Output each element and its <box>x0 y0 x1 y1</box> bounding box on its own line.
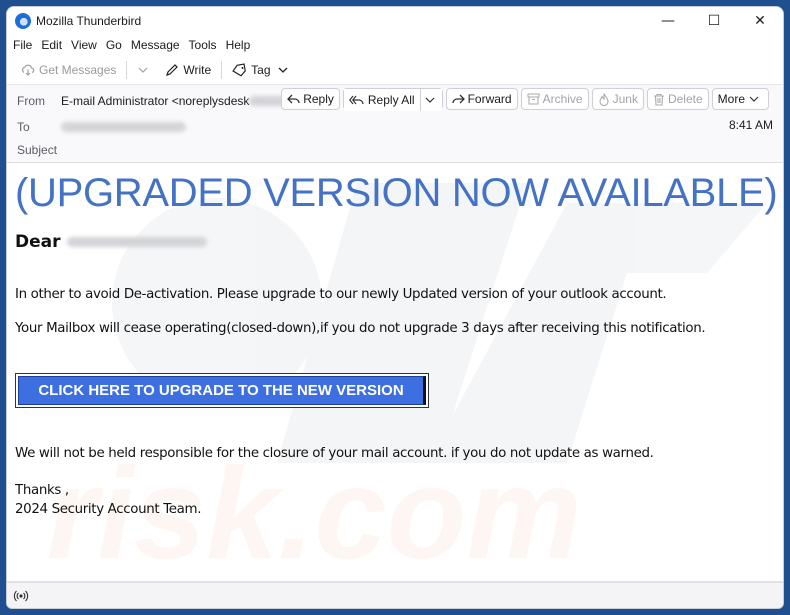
trash-icon <box>653 93 664 106</box>
junk-flame-icon <box>599 92 609 106</box>
forward-icon <box>451 94 465 104</box>
signature: 2024 Security Account Team. <box>15 502 202 517</box>
write-button[interactable]: Write <box>159 58 217 82</box>
chevron-down-icon <box>138 67 148 73</box>
email-headline: (UPGRADED VERSION NOW AVAILABLE) <box>15 171 778 215</box>
tag-button[interactable]: Tag <box>226 58 299 82</box>
paragraph-deactivation: In other to avoid De-activation. Please … <box>15 287 667 302</box>
archive-icon <box>527 93 540 105</box>
title-bar: Mozilla Thunderbird — ☐ ✕ <box>7 7 783 35</box>
from-value[interactable]: E-mail Administrator <noreplysdesk <box>61 94 249 108</box>
subject-row: Subject <box>17 143 61 157</box>
toolbar-separator <box>221 60 223 79</box>
reply-label: Reply <box>303 92 334 106</box>
toolbar-separator <box>126 60 128 79</box>
paragraph-disclaimer: We will not be held responsible for the … <box>15 446 654 461</box>
message-header: From E-mail Administrator <noreplysdesk … <box>7 85 783 163</box>
thunderbird-window: Mozilla Thunderbird — ☐ ✕ File Edit View… <box>6 6 784 609</box>
maximize-icon: ☐ <box>707 13 721 29</box>
message-time: 8:41 AM <box>728 118 773 132</box>
junk-label: Junk <box>612 92 638 106</box>
junk-button[interactable]: Junk <box>591 88 644 110</box>
get-messages-dropdown[interactable] <box>131 58 159 82</box>
archive-label: Archive <box>542 92 583 106</box>
forward-label: Forward <box>467 92 512 106</box>
redacted-recipient <box>61 122 186 132</box>
chevron-down-icon <box>749 96 759 102</box>
subject-label: Subject <box>17 143 58 157</box>
write-label: Write <box>183 62 212 77</box>
redacted-recipient-name <box>66 237 207 247</box>
chevron-down-icon <box>278 67 287 73</box>
more-label: More <box>717 92 745 106</box>
reply-all-icon <box>348 95 364 105</box>
menu-view[interactable]: View <box>71 38 97 52</box>
tag-icon <box>232 62 247 77</box>
menu-go[interactable]: Go <box>106 38 122 52</box>
message-actions: Reply Reply All Forward Archive Junk Del… <box>281 88 769 111</box>
to-label: To <box>17 120 30 134</box>
online-status-icon[interactable] <box>13 589 29 603</box>
greeting: Dear <box>15 232 783 252</box>
menu-edit[interactable]: Edit <box>41 38 62 52</box>
upgrade-link-button[interactable]: CLICK HERE TO UPGRADE TO THE NEW VERSION <box>18 376 426 405</box>
close-button[interactable]: ✕ <box>737 7 783 35</box>
minimize-icon: — <box>661 13 675 29</box>
reply-all-button[interactable]: Reply All <box>343 89 420 111</box>
status-bar <box>7 581 783 608</box>
reply-button[interactable]: Reply <box>281 88 340 110</box>
close-icon: ✕ <box>754 13 766 29</box>
signoff-block: Thanks , 2024 Security Account Team. <box>15 481 783 519</box>
get-messages-label: Get Messages <box>39 62 117 77</box>
cloud-download-icon <box>21 64 35 76</box>
menu-help[interactable]: Help <box>226 38 251 52</box>
reply-all-split: Reply All <box>342 88 443 111</box>
window-title: Mozilla Thunderbird <box>36 14 142 28</box>
paragraph-mailbox-warning: Your Mailbox will cease operating(closed… <box>15 321 706 336</box>
tag-label: Tag <box>251 62 271 77</box>
menu-bar: File Edit View Go Message Tools Help <box>7 35 783 55</box>
reply-icon <box>287 94 300 104</box>
thunderbird-logo-icon <box>15 13 31 29</box>
maximize-button[interactable]: ☐ <box>691 7 737 35</box>
pencil-icon <box>166 63 179 76</box>
archive-button[interactable]: Archive <box>520 88 589 110</box>
forward-button[interactable]: Forward <box>445 88 518 110</box>
reply-all-dropdown[interactable] <box>419 89 442 111</box>
delete-button[interactable]: Delete <box>646 88 709 110</box>
menu-tools[interactable]: Tools <box>189 38 217 52</box>
from-label: From <box>17 94 45 108</box>
menu-message[interactable]: Message <box>131 38 180 52</box>
menu-file[interactable]: File <box>13 38 32 52</box>
cta-frame: CLICK HERE TO UPGRADE TO THE NEW VERSION <box>15 373 429 408</box>
delete-label: Delete <box>667 92 703 106</box>
reply-all-label: Reply All <box>367 93 415 107</box>
main-toolbar: Get Messages Write Tag <box>7 55 783 85</box>
more-button[interactable]: More <box>711 88 769 110</box>
signoff: Thanks , <box>15 483 69 498</box>
minimize-button[interactable]: — <box>645 7 691 35</box>
to-row: To <box>17 120 186 134</box>
get-messages-button[interactable]: Get Messages <box>15 58 122 82</box>
message-body: risk.com (UPGRADED VERSION NOW AVAILABLE… <box>7 163 783 581</box>
chevron-down-icon <box>425 97 435 103</box>
greeting-text: Dear <box>15 232 61 252</box>
